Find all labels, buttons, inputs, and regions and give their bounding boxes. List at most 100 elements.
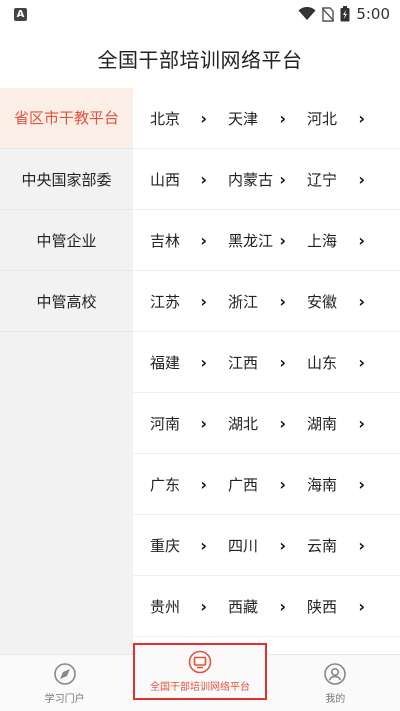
region-row: 重庆 › 四川 › 云南 ›: [133, 515, 400, 576]
chevron-right-icon: ›: [358, 596, 365, 616]
chevron-right-icon: ›: [279, 291, 286, 311]
region-item[interactable]: 吉林 ›: [133, 210, 211, 270]
region-row: 河南 › 湖北 › 湖南 ›: [133, 393, 400, 454]
region-item[interactable]: 安徽 ›: [290, 271, 369, 331]
region-item[interactable]: 河南 ›: [133, 393, 211, 453]
tab-learning-portal[interactable]: 学习门户: [0, 655, 129, 711]
chevron-right-icon: ›: [200, 108, 207, 128]
region-label: 安徽: [307, 292, 338, 311]
chevron-right-icon: ›: [279, 230, 286, 250]
region-item[interactable]: 上海 ›: [290, 210, 369, 270]
status-time: 5:00: [356, 5, 390, 23]
sidebar-item-label: 中管企业: [36, 231, 97, 250]
region-item[interactable]: 云南 ›: [290, 515, 369, 575]
region-item[interactable]: 四川 ›: [211, 515, 290, 575]
region-label: 重庆: [150, 536, 181, 555]
chevron-right-icon: ›: [279, 169, 286, 189]
region-item[interactable]: 湖北 ›: [211, 393, 290, 453]
chevron-right-icon: ›: [279, 596, 286, 616]
status-icons: 5:00: [298, 5, 390, 23]
region-item[interactable]: 辽宁 ›: [290, 149, 369, 209]
region-item[interactable]: 天津 ›: [211, 88, 290, 148]
region-item[interactable]: 江西 ›: [211, 332, 290, 392]
region-item[interactable]: 广西 ›: [211, 454, 290, 514]
chevron-right-icon: ›: [200, 291, 207, 311]
chevron-right-icon: ›: [358, 169, 365, 189]
region-row: 江苏 › 浙江 › 安徽 ›: [133, 271, 400, 332]
sidebar-item-label: 中央国家部委: [21, 170, 112, 189]
region-row: 吉林 › 黑龙江 › 上海 ›: [133, 210, 400, 271]
region-item[interactable]: 北京 ›: [133, 88, 211, 148]
chevron-right-icon: ›: [358, 291, 365, 311]
region-label: 江西: [228, 353, 259, 372]
page-title: 全国干部培训网络平台: [97, 47, 303, 72]
region-item[interactable]: 山东 ›: [290, 332, 369, 392]
region-label: 江苏: [150, 292, 181, 311]
tab-label: 我的: [325, 693, 346, 705]
region-label: 吉林: [150, 231, 181, 250]
region-label: 湖北: [228, 414, 259, 433]
region-item[interactable]: 山西 ›: [133, 149, 211, 209]
chevron-right-icon: ›: [200, 230, 207, 250]
header: 全国干部培训网络平台: [0, 28, 400, 88]
region-row: 福建 › 江西 › 山东 ›: [133, 332, 400, 393]
tab-label: 全国干部培训网络平台: [149, 682, 250, 693]
sidebar-item-central-ministries[interactable]: 中央国家部委: [0, 149, 133, 210]
region-item[interactable]: 海南 ›: [290, 454, 369, 514]
region-label: 浙江: [228, 292, 259, 311]
region-label: 河南: [150, 414, 181, 433]
chevron-right-icon: ›: [358, 108, 365, 128]
bottom-tab-bar: 学习门户 全国干部培训网络平台 我的: [0, 643, 400, 711]
chevron-right-icon: ›: [279, 535, 286, 555]
region-label: 山东: [307, 353, 338, 372]
region-label: 福建: [150, 353, 181, 372]
sidebar-item-central-universities[interactable]: 中管高校: [0, 271, 133, 332]
region-item[interactable]: 浙江 ›: [211, 271, 290, 331]
region-label: 辽宁: [307, 170, 338, 189]
sidebar-item-provincial-platform[interactable]: 省区市干教平台: [0, 88, 133, 149]
region-item[interactable]: 陕西 ›: [290, 576, 369, 636]
chevron-right-icon: ›: [200, 596, 207, 616]
region-label: 广西: [228, 475, 259, 494]
region-item[interactable]: 江苏 ›: [133, 271, 211, 331]
region-label: 内蒙古: [228, 170, 274, 189]
region-label: 北京: [150, 109, 181, 128]
sidebar: 省区市干教平台 中央国家部委 中管企业 中管高校: [0, 88, 133, 654]
chevron-right-icon: ›: [279, 413, 286, 433]
chevron-right-icon: ›: [200, 474, 207, 494]
region-grid: 北京 › 天津 › 河北 › 山西 › 内蒙古 › 辽宁 › 吉林 › 黑龙江 › 上海 › 江苏…: [133, 88, 400, 654]
wifi-icon: [298, 7, 316, 20]
region-item[interactable]: 西藏 ›: [211, 576, 290, 636]
chevron-right-icon: ›: [279, 352, 286, 372]
region-label: 贵州: [150, 597, 181, 616]
region-item[interactable]: 内蒙古 ›: [211, 149, 290, 209]
region-label: 海南: [307, 475, 338, 494]
region-label: 山西: [150, 170, 181, 189]
tab-training-platform[interactable]: 全国干部培训网络平台: [133, 643, 267, 700]
tab-profile[interactable]: 我的: [271, 655, 400, 711]
chevron-right-icon: ›: [358, 413, 365, 433]
chevron-right-icon: ›: [358, 230, 365, 250]
chevron-right-icon: ›: [358, 352, 365, 372]
compass-icon: [53, 662, 76, 685]
region-item[interactable]: 广东 ›: [133, 454, 211, 514]
region-label: 广东: [150, 475, 181, 494]
no-sim-icon: [322, 6, 335, 22]
chevron-right-icon: ›: [200, 169, 207, 189]
region-item[interactable]: 湖南 ›: [290, 393, 369, 453]
sidebar-item-central-enterprises[interactable]: 中管企业: [0, 210, 133, 271]
chevron-right-icon: ›: [358, 474, 365, 494]
region-item[interactable]: 福建 ›: [133, 332, 211, 392]
sidebar-item-label: 中管高校: [36, 292, 97, 311]
region-label: 河北: [307, 109, 338, 128]
chevron-right-icon: ›: [279, 108, 286, 128]
region-item[interactable]: 贵州 ›: [133, 576, 211, 636]
chevron-right-icon: ›: [200, 352, 207, 372]
region-item[interactable]: 河北 ›: [290, 88, 369, 148]
region-label: 陕西: [307, 597, 338, 616]
region-row: 广东 › 广西 › 海南 ›: [133, 454, 400, 515]
chevron-right-icon: ›: [200, 535, 207, 555]
region-item[interactable]: 黑龙江 ›: [211, 210, 290, 270]
region-item[interactable]: 重庆 ›: [133, 515, 211, 575]
tab-label: 学习门户: [44, 693, 85, 705]
